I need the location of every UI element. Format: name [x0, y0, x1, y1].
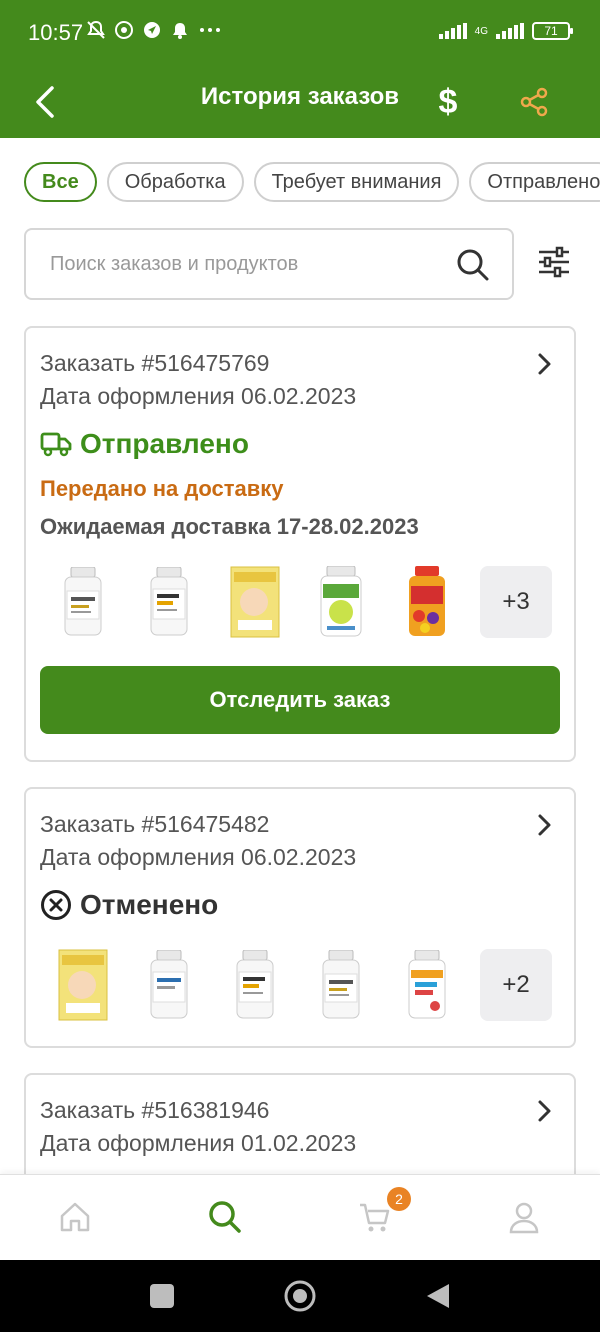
status-right: 4G 71	[438, 22, 573, 40]
order-card[interactable]: Заказать #516475769 Дата оформления 06.0…	[24, 326, 576, 762]
vitamin-bottle-icon	[236, 950, 274, 1019]
home-system-button[interactable]	[284, 1280, 316, 1312]
search-input[interactable]	[26, 230, 446, 298]
baby-vitamin-box-icon	[58, 949, 108, 1021]
chevron-right-icon[interactable]	[532, 352, 556, 376]
order-status: Отменено	[40, 889, 218, 921]
user-icon	[509, 1202, 539, 1234]
product-thumbnail[interactable]	[126, 947, 212, 1023]
vitamin-bottle-icon	[64, 567, 102, 636]
signal-icon	[438, 23, 467, 39]
page-title: История заказов	[200, 83, 400, 110]
order-date: Дата оформления 06.02.2023	[40, 383, 357, 409]
share-icon	[520, 87, 548, 117]
order-number: Заказать #516475769	[40, 350, 270, 376]
kids-vitamin-bottle-icon	[408, 950, 446, 1019]
filter-chip-processing[interactable]: Обработка	[106, 162, 244, 202]
vitamin-bottle-icon	[150, 567, 188, 636]
more-products-badge[interactable]: +3	[480, 566, 552, 638]
track-order-button[interactable]: Отследить заказ	[40, 666, 560, 734]
location-icon	[144, 22, 160, 38]
sliders-icon	[539, 246, 569, 278]
product-thumbnail[interactable]	[298, 564, 384, 640]
nav-cart[interactable]: 2	[355, 1187, 411, 1237]
chevron-right-icon[interactable]	[532, 813, 556, 837]
status-label: Отменено	[80, 889, 219, 920]
cancel-circle-icon	[41, 890, 71, 920]
filter-chip-all[interactable]: Все	[24, 162, 97, 202]
bottom-navigation: 2	[0, 1174, 600, 1260]
share-button[interactable]	[512, 80, 556, 124]
currency-button[interactable]: $	[428, 76, 468, 128]
filter-chip-shipped[interactable]: Отправлено	[469, 162, 600, 202]
baby-vitamin-box-icon	[230, 566, 280, 638]
delivery-substatus: Передано на доставку	[40, 476, 284, 501]
nav-home[interactable]	[55, 1197, 95, 1237]
status-notification-icons	[86, 20, 222, 40]
filter-settings-button[interactable]	[536, 244, 580, 288]
back-system-button[interactable]	[422, 1280, 454, 1312]
product-thumbnails: +2	[40, 947, 552, 1023]
filter-chip-attention[interactable]: Требует внимания	[253, 162, 460, 202]
status-label: Отправлено	[80, 428, 249, 459]
gummy-vitamin-bottle-icon	[409, 566, 445, 636]
delivery-truck-icon	[40, 432, 72, 457]
cart-count-badge: 2	[387, 1187, 411, 1211]
battery-icon: 71	[532, 22, 573, 40]
expected-delivery: Ожидаемая доставка 17-28.02.2023	[40, 514, 419, 539]
product-thumbnail[interactable]	[384, 564, 470, 640]
order-card[interactable]: Заказать #516475482 Дата оформления 06.0…	[24, 787, 576, 1048]
nav-account[interactable]	[504, 1197, 544, 1237]
system-navigation-bar	[0, 1260, 600, 1332]
product-thumbnail[interactable]	[212, 947, 298, 1023]
product-thumbnail[interactable]	[40, 564, 126, 640]
nav-search[interactable]	[205, 1197, 245, 1237]
triangle-back-icon	[427, 1284, 449, 1308]
circle-home-icon	[284, 1280, 316, 1312]
bell-off-icon	[87, 20, 105, 39]
cart-icon	[360, 1203, 390, 1232]
square-icon	[150, 1284, 174, 1308]
chrome-icon	[115, 21, 133, 39]
vitamin-bottle-icon	[322, 950, 360, 1019]
product-thumbnail[interactable]	[384, 947, 470, 1023]
more-dots-icon	[200, 28, 220, 32]
filter-chips: Все Обработка Требует внимания Отправлено	[24, 162, 600, 204]
order-date: Дата оформления 06.02.2023	[40, 844, 357, 870]
omega3-bottle-icon	[150, 950, 188, 1019]
search-icon	[209, 1201, 241, 1233]
recent-apps-button[interactable]	[146, 1280, 178, 1312]
kids-vitamin-bottle-icon	[320, 566, 362, 637]
search-box	[24, 228, 514, 300]
alarm-icon	[173, 23, 187, 39]
order-number: Заказать #516475482	[40, 811, 270, 837]
product-thumbnail[interactable]	[212, 564, 298, 640]
home-icon	[60, 1202, 90, 1232]
app-header: История заказов $	[0, 66, 600, 138]
status-time: 10:57	[28, 20, 84, 45]
product-thumbnails: +3	[40, 564, 552, 640]
more-products-badge[interactable]: +2	[480, 949, 552, 1021]
signal-icon-2	[496, 23, 524, 39]
order-number: Заказать #516381946	[40, 1097, 270, 1123]
order-date: Дата оформления 01.02.2023	[40, 1130, 357, 1156]
network-type: 4G	[474, 25, 488, 37]
product-thumbnail[interactable]	[126, 564, 212, 640]
product-thumbnail[interactable]	[40, 947, 126, 1023]
chevron-right-icon[interactable]	[532, 1099, 556, 1123]
status-bar: 10:57 4G 71	[0, 0, 600, 66]
order-status: Отправлено	[40, 428, 249, 460]
product-thumbnail[interactable]	[298, 947, 384, 1023]
search-icon[interactable]	[456, 248, 490, 282]
